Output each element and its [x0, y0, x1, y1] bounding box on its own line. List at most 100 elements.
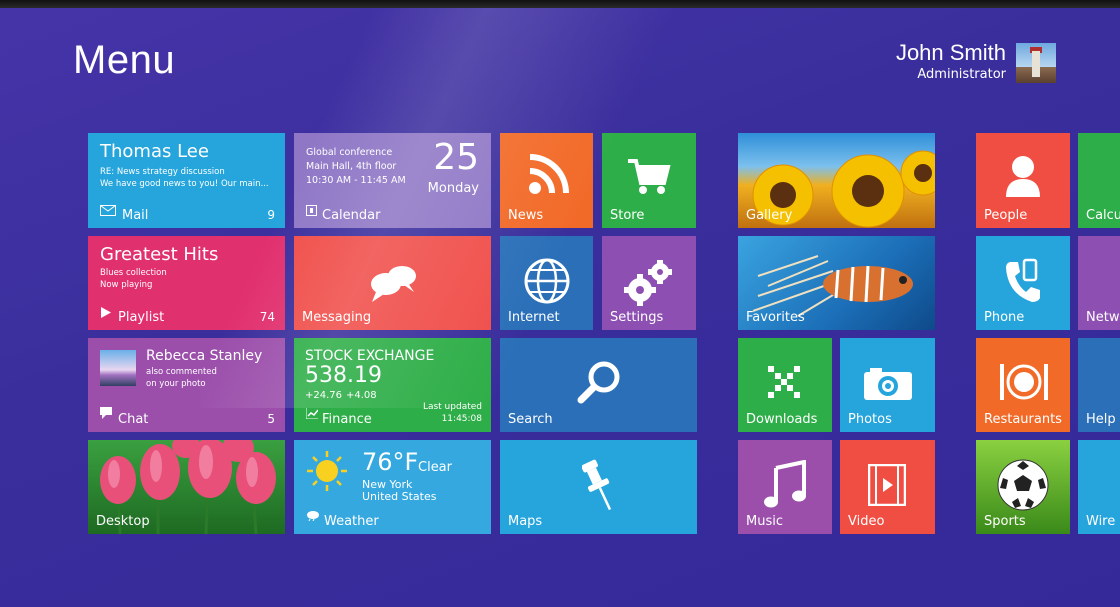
- film-icon: [867, 463, 907, 510]
- calendar-event: Global conference: [306, 147, 393, 158]
- tile-search[interactable]: Search: [500, 338, 697, 432]
- network-label: Netw: [1086, 310, 1120, 325]
- news-label: News: [508, 208, 544, 223]
- cart-icon: [626, 157, 672, 201]
- finance-label: Finance: [322, 412, 372, 427]
- tile-chat[interactable]: Rebecca Stanley also commented on your p…: [88, 338, 285, 432]
- playlist-collection: Blues collection: [100, 268, 167, 278]
- mail-label: Mail: [122, 208, 149, 223]
- favorites-label: Favorites: [746, 310, 805, 325]
- person-icon: [1004, 155, 1042, 203]
- messaging-label: Messaging: [302, 310, 372, 325]
- store-label: Store: [610, 208, 645, 223]
- finance-updated-label: Last updated: [422, 402, 482, 412]
- tile-internet[interactable]: Internet: [500, 236, 593, 330]
- tile-messaging[interactable]: Messaging: [294, 236, 491, 330]
- finance-change-percent: +4.08: [346, 390, 377, 401]
- tile-calculator[interactable]: Calcu: [1078, 133, 1120, 228]
- mail-subject: RE: News strategy discussion: [100, 167, 225, 177]
- tile-maps[interactable]: Maps: [500, 440, 697, 534]
- tile-mail[interactable]: Thomas Lee RE: News strategy discussion …: [88, 133, 285, 228]
- calendar-icon: [306, 201, 317, 220]
- tile-settings[interactable]: Settings: [602, 236, 696, 330]
- tile-gallery[interactable]: Gallery: [738, 133, 935, 228]
- desktop-label: Desktop: [96, 514, 150, 529]
- music-label: Music: [746, 514, 783, 529]
- wireless-label: Wire: [1086, 514, 1116, 529]
- search-label: Search: [508, 412, 553, 427]
- avatar[interactable]: [1016, 43, 1056, 83]
- downloads-icon: [766, 364, 802, 404]
- cloud-icon: [306, 506, 320, 525]
- tile-video[interactable]: Video: [840, 440, 935, 534]
- magnifier-icon: [576, 360, 622, 410]
- mail-sender: Thomas Lee: [100, 141, 209, 162]
- calendar-time: 10:30 AM - 11:45 AM: [306, 175, 406, 186]
- weather-country: United States: [362, 490, 437, 503]
- rss-icon: [528, 153, 570, 199]
- soccer-ball-icon: [996, 458, 1050, 516]
- play-icon: [101, 303, 111, 322]
- tile-people[interactable]: People: [976, 133, 1070, 228]
- tile-calendar[interactable]: Global conference Main Hall, 4th floor 1…: [294, 133, 491, 228]
- chat-icon: [100, 404, 112, 423]
- tile-help[interactable]: Help: [1078, 338, 1120, 432]
- user-info[interactable]: John Smith Administrator: [896, 40, 1006, 82]
- globe-icon: [524, 258, 570, 308]
- restaurants-label: Restaurants: [984, 412, 1062, 427]
- tile-favorites[interactable]: Favorites: [738, 236, 935, 330]
- sun-icon: [306, 450, 348, 496]
- tile-news[interactable]: News: [500, 133, 593, 228]
- chat-count: 5: [267, 412, 275, 426]
- tile-phone[interactable]: Phone: [976, 236, 1070, 330]
- downloads-label: Downloads: [746, 412, 818, 427]
- tile-music[interactable]: Music: [738, 440, 832, 534]
- phone-icon: [1004, 258, 1042, 308]
- music-note-icon: [764, 459, 806, 514]
- tile-weather[interactable]: 76°F Clear New York United States Weathe…: [294, 440, 491, 534]
- mail-count: 9: [267, 208, 275, 222]
- gears-icon: [624, 258, 674, 310]
- tile-wireless[interactable]: Wire: [1078, 440, 1120, 534]
- weather-temp: 76°F: [362, 448, 419, 476]
- chat-line1: also commented: [146, 367, 217, 377]
- tile-downloads[interactable]: Downloads: [738, 338, 832, 432]
- tile-restaurants[interactable]: Restaurants: [976, 338, 1070, 432]
- chat-line2: on your photo: [146, 379, 206, 389]
- calendar-label: Calendar: [322, 208, 381, 223]
- chart-icon: [305, 404, 319, 423]
- user-role: Administrator: [917, 67, 1006, 82]
- finance-updated-time: 11:45:08: [441, 414, 482, 424]
- tile-desktop[interactable]: Desktop: [88, 440, 285, 534]
- maps-label: Maps: [508, 514, 543, 529]
- tile-playlist[interactable]: Greatest Hits Blues collection Now playi…: [88, 236, 285, 330]
- tile-store[interactable]: Store: [602, 133, 696, 228]
- monitor-bezel: [0, 0, 1120, 8]
- chat-label: Chat: [118, 412, 149, 427]
- user-name: John Smith: [895, 40, 1006, 65]
- tile-finance[interactable]: STOCK EXCHANGE 538.19 +24.76 +4.08 Last …: [294, 338, 491, 432]
- envelope-icon: [100, 201, 116, 220]
- tile-photos[interactable]: Photos: [840, 338, 935, 432]
- calendar-location: Main Hall, 4th floor: [306, 161, 397, 172]
- camera-icon: [862, 366, 914, 406]
- gallery-label: Gallery: [746, 208, 793, 223]
- start-screen: Menu John Smith Administrator Thomas Lee…: [0, 8, 1120, 607]
- playlist-status: Now playing: [100, 280, 153, 290]
- mail-preview: We have good news to you! Our main...: [100, 179, 269, 189]
- chat-bubbles-icon: [368, 262, 418, 306]
- finance-value: 538.19: [305, 363, 382, 388]
- settings-label: Settings: [610, 310, 664, 325]
- playlist-count: 74: [259, 310, 275, 324]
- help-label: Help: [1086, 412, 1116, 427]
- photos-label: Photos: [848, 412, 892, 427]
- weather-label: Weather: [324, 514, 379, 529]
- sports-label: Sports: [984, 514, 1026, 529]
- tile-network[interactable]: Netw: [1078, 236, 1120, 330]
- calendar-weekday: Monday: [427, 181, 479, 196]
- page-title: Menu: [73, 38, 176, 82]
- chat-name: Rebecca Stanley: [146, 348, 263, 364]
- tile-sports[interactable]: Sports: [976, 440, 1070, 534]
- internet-label: Internet: [508, 310, 560, 325]
- plate-icon: [998, 362, 1050, 406]
